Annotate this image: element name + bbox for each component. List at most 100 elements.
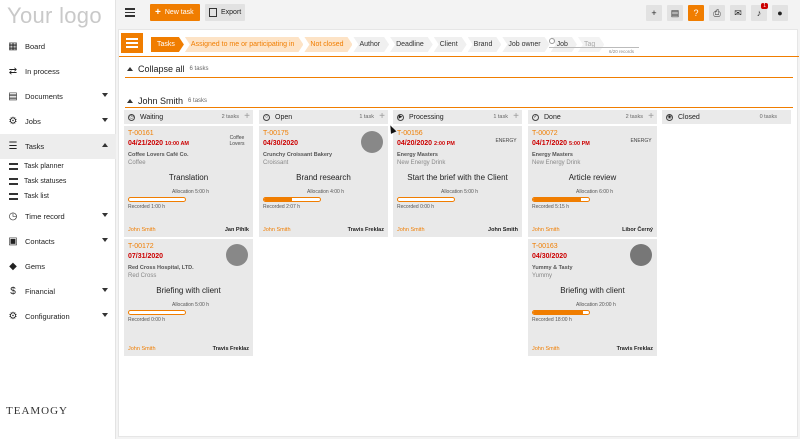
sidebar-item-configuration[interactable]: ⚙ Configuration [0,304,116,329]
check-status-icon: ✓ [532,113,539,121]
add-task-icon[interactable]: + [244,111,250,122]
allocation-text: Allocation 5:00 h [172,189,209,195]
filter-chip-deadline[interactable]: Deadline [390,37,433,52]
task-owner[interactable]: John Smith [397,227,425,233]
column-task-count: 1 task [359,114,374,120]
task-owner[interactable]: John Smith [263,227,291,233]
task-card[interactable]: T-00172 07/31/2020 Red Cross Hospital, LTD… [124,239,253,356]
main-panel: Tasks Assigned to me or participating in N… [118,29,799,437]
print-icon[interactable]: ⎙ [709,5,725,21]
sidebar-item-time-record[interactable]: ◷ Time record [0,204,116,229]
bell-icon[interactable]: ♪ 1 [751,3,768,21]
collapse-all-toggle[interactable]: Collapse all 6 tasks [127,64,209,74]
task-card[interactable]: T-00156 04/20/2020 2:00 PM Energy Masters Ne… [393,126,522,237]
chevron-down-icon[interactable] [102,118,108,122]
sidebar-item-label: Financial [25,287,56,296]
sidebar-item-financial[interactable]: $ Financial [0,279,116,304]
sidebar-item-label: Gems [25,262,46,271]
sidebar-subitem-label: Task list [24,193,49,200]
new-task-button[interactable]: + New task [150,4,200,21]
sidebar-item-in-process[interactable]: ⇄ In process [0,59,116,84]
clock-icon: ◷ [8,211,18,222]
chevron-down-icon[interactable] [102,213,108,217]
collapse-all-label: Collapse all [138,64,185,74]
group-header[interactable]: John Smith 6 tasks [127,96,207,106]
chevron-up-icon [127,67,133,71]
sidebar-subitem-task-planner[interactable]: Task planner [0,159,116,174]
column-waiting: ◷ Waiting 2 tasks + [124,110,253,124]
sidebar-item-gems[interactable]: ◆ Gems [0,254,116,279]
play-status-icon: ▶ [397,113,404,121]
chevron-down-icon[interactable] [102,288,108,292]
grid-icon: ▦ [8,41,18,52]
chevron-down-icon[interactable] [102,93,108,97]
task-title: Start the brief with the Client [407,173,508,182]
sidebar-item-tasks[interactable]: ☰ Tasks [0,134,116,159]
add-task-icon[interactable]: + [513,111,519,122]
filter-bar: Tasks Assigned to me or participating in N… [119,30,799,57]
deadline-time: 10:00 AM [165,141,189,147]
list-icon [9,178,18,185]
contacts-icon: ▣ [8,236,18,247]
deadline-date: 04/21/2020 [128,140,164,147]
notification-badge: 1 [761,3,768,9]
filter-chip-not-closed[interactable]: Not closed [304,37,352,52]
notes-icon[interactable]: ▤ [667,5,683,21]
chat-icon[interactable]: ✉ [730,5,746,21]
chevron-down-icon[interactable] [102,238,108,242]
add-task-icon[interactable]: + [648,111,654,122]
hamburger-menu-icon[interactable] [125,8,135,17]
search-input[interactable] [549,38,639,48]
client-name: Coffee Lovers Café Co. [128,152,189,158]
add-icon[interactable]: + [646,5,662,21]
sidebar-item-contacts[interactable]: ▣ Contacts [0,229,116,254]
sidebar-item-jobs[interactable]: ⚙ Jobs [0,109,116,134]
task-card[interactable]: T-00161 04/21/2020 10:00 AM Coffee Lovers C… [124,126,253,237]
task-assignee: Jan Pihlk [224,227,249,233]
allocation-text: Allocation 20:00 h [576,302,616,308]
task-card[interactable]: T-00072 04/17/2020 5:00 PM Energy Masters Ne… [528,126,657,237]
task-owner[interactable]: John Smith [128,227,156,233]
sidebar-item-label: Tasks [25,142,45,151]
filter-chip-job-owner[interactable]: Job owner [502,37,549,52]
sidebar-item-label: Time record [25,212,65,221]
client-logo: Coffee Lovers [229,135,245,147]
filter-chip-assigned-to-me-or-participating-in[interactable]: Assigned to me or participating in [185,37,304,52]
list-icon [9,193,18,200]
task-owner[interactable]: John Smith [532,346,560,352]
sidebar-subitem-task-list[interactable]: Task list [0,189,116,204]
chevron-down-icon[interactable] [102,313,108,317]
recorded-time: Recorded 2:07 h [263,204,300,210]
task-owner[interactable]: John Smith [128,346,156,352]
help-icon[interactable]: ? [688,5,704,21]
client-logo: ENERGY [630,138,652,144]
company-logo[interactable]: Your logo [7,3,102,29]
dollar-icon: $ [10,286,16,297]
filter-chip-tasks[interactable]: Tasks [151,37,184,52]
task-title: Brand research [296,173,351,182]
topbar: + New task Export + ▤? ⎙ ✉ ♪ 1 ● [116,0,800,28]
sidebar-item-board[interactable]: ▦ Board [0,34,116,59]
chevron-up-icon[interactable] [102,143,108,147]
task-title: Briefing with client [560,286,625,295]
user-icon[interactable]: ● [772,5,788,21]
teamogy-logo: TEAMOGY [6,405,68,417]
task-card[interactable]: T-00175 04/30/2020 Crunchy Croissant Baker… [259,126,388,237]
add-task-icon[interactable]: + [379,111,385,122]
task-owner[interactable]: John Smith [532,227,560,233]
allocation-progress-bar [263,197,321,202]
filter-chip-author[interactable]: Author [353,37,389,52]
group-name: John Smith [138,96,184,106]
recorded-time: Recorded 5:15 h [532,204,569,210]
records-count: 6/20 records [609,49,635,54]
filter-menu-icon[interactable] [121,33,143,53]
filter-chip-client[interactable]: Client [434,37,467,52]
sidebar-item-documents[interactable]: ▤ Documents [0,84,116,109]
task-card[interactable]: T-00163 04/30/2020 Yummy & Tasty Yummy Brief… [528,239,657,356]
filter-chip-brand[interactable]: Brand [468,37,502,52]
allocation-text: Allocation 4:00 h [307,189,344,195]
sidebar-subitem-label: Task statuses [24,178,67,185]
sidebar-subitem-task-statuses[interactable]: Task statuses [0,174,116,189]
client-logo: ENERGY [495,138,517,144]
export-button[interactable]: Export [205,4,245,21]
